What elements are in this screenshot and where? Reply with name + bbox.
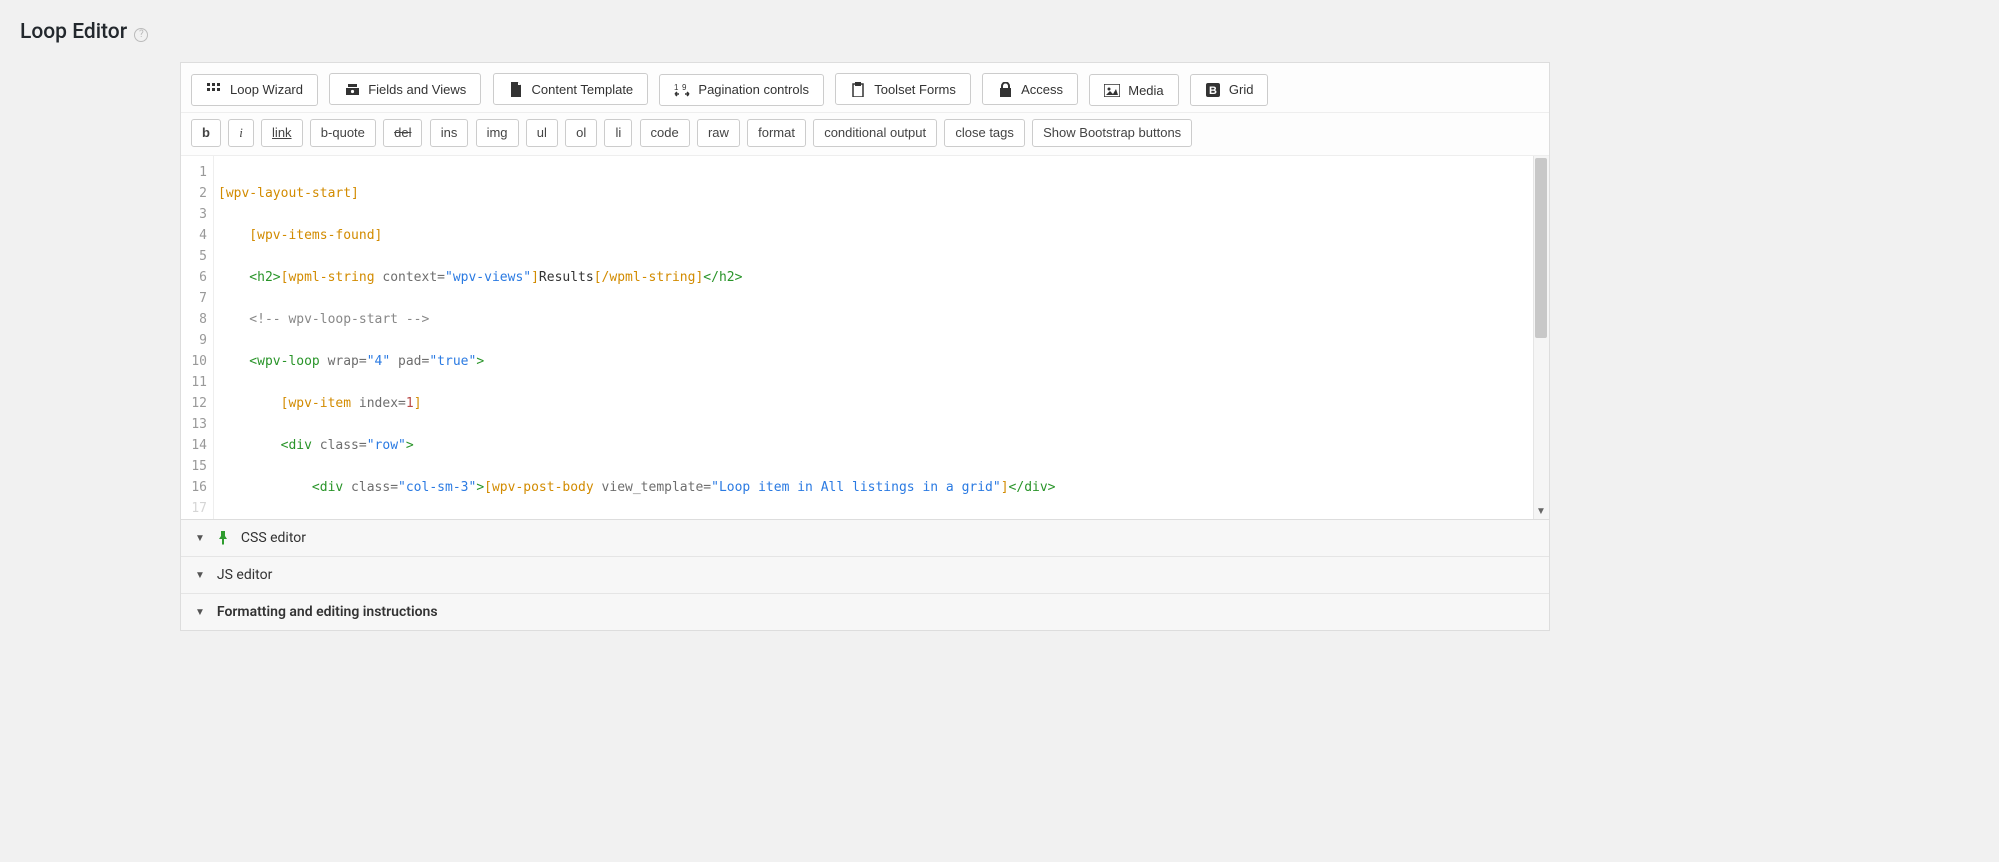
content-template-button[interactable]: Content Template (493, 73, 649, 105)
button-label: Grid (1229, 82, 1254, 97)
page-title-row: Loop Editor ? (20, 20, 1550, 44)
views-icon (344, 81, 360, 97)
button-label: Fields and Views (368, 82, 466, 97)
chevron-down-icon: ▼ (195, 570, 205, 581)
toolbar-format: b i link b-quote del ins img ul ol li co… (181, 113, 1549, 156)
raw-button[interactable]: raw (697, 119, 740, 147)
chevron-down-icon: ▼ (195, 607, 205, 618)
image-icon (1104, 82, 1120, 98)
clipboard-icon (850, 81, 866, 97)
grid-dots-icon (206, 82, 222, 98)
svg-text:1: 1 (674, 83, 679, 92)
format-button[interactable]: format (747, 119, 806, 147)
pagination-icon: 19 (674, 82, 690, 98)
fields-and-views-button[interactable]: Fields and Views (329, 73, 481, 105)
bootstrap-icon: B (1205, 82, 1221, 98)
toolbar-main: Loop Wizard Fields and Views Content Tem… (181, 63, 1549, 113)
section-label: CSS editor (241, 530, 306, 546)
media-button[interactable]: Media (1089, 74, 1178, 106)
code-body[interactable]: [wpv-layout-start] [wpv-items-found] <h2… (214, 156, 1549, 504)
del-button[interactable]: del (383, 119, 422, 147)
scroll-thumb[interactable] (1535, 158, 1547, 338)
italic-button[interactable]: i (228, 119, 254, 147)
bold-button[interactable]: b (191, 119, 221, 147)
formatting-instructions-section[interactable]: ▼ Formatting and editing instructions (181, 594, 1549, 630)
button-label: Pagination controls (698, 82, 809, 97)
close-tags-button[interactable]: close tags (944, 119, 1025, 147)
loop-editor-panel: Loop Wizard Fields and Views Content Tem… (180, 62, 1550, 631)
button-label: Access (1021, 82, 1063, 97)
button-label: Content Template (532, 82, 634, 97)
ul-button[interactable]: ul (526, 119, 558, 147)
ins-button[interactable]: ins (430, 119, 469, 147)
loop-wizard-button[interactable]: Loop Wizard (191, 74, 318, 106)
ol-button[interactable]: ol (565, 119, 597, 147)
accordion-group: ▼ CSS editor ▼ JS editor ▼ Formatting an… (181, 519, 1549, 630)
li-button[interactable]: li (604, 119, 632, 147)
section-label: Formatting and editing instructions (217, 604, 438, 620)
section-label: JS editor (217, 567, 272, 583)
svg-text:9: 9 (682, 83, 687, 92)
scrollbar[interactable]: ▼ (1533, 156, 1549, 519)
link-button[interactable]: link (261, 119, 303, 147)
toolset-forms-button[interactable]: Toolset Forms (835, 73, 971, 105)
show-bootstrap-buttons-button[interactable]: Show Bootstrap buttons (1032, 119, 1192, 147)
conditional-output-button[interactable]: conditional output (813, 119, 937, 147)
pin-icon (217, 531, 229, 545)
pagination-controls-button[interactable]: 19 Pagination controls (659, 74, 824, 106)
button-label: Loop Wizard (230, 82, 303, 97)
button-label: Media (1128, 83, 1163, 98)
lock-icon (997, 81, 1013, 97)
grid-button[interactable]: B Grid (1190, 74, 1269, 106)
scroll-down-icon[interactable]: ▼ (1533, 503, 1549, 519)
page-title: Loop Editor (20, 20, 127, 44)
css-editor-section[interactable]: ▼ CSS editor (181, 520, 1549, 557)
svg-text:B: B (1209, 85, 1217, 97)
document-icon (508, 81, 524, 97)
js-editor-section[interactable]: ▼ JS editor (181, 557, 1549, 594)
help-icon[interactable]: ? (134, 28, 148, 42)
img-button[interactable]: img (476, 119, 519, 147)
line-gutter: 1 2 3 4 5 6 7 8 9 10 11 12 13 14 15 16 1… (181, 156, 214, 519)
code-editor[interactable]: 1 2 3 4 5 6 7 8 9 10 11 12 13 14 15 16 1… (181, 156, 1549, 519)
access-button[interactable]: Access (982, 73, 1078, 105)
chevron-down-icon: ▼ (195, 533, 205, 544)
button-label: Toolset Forms (874, 82, 956, 97)
bquote-button[interactable]: b-quote (310, 119, 376, 147)
code-button[interactable]: code (640, 119, 690, 147)
